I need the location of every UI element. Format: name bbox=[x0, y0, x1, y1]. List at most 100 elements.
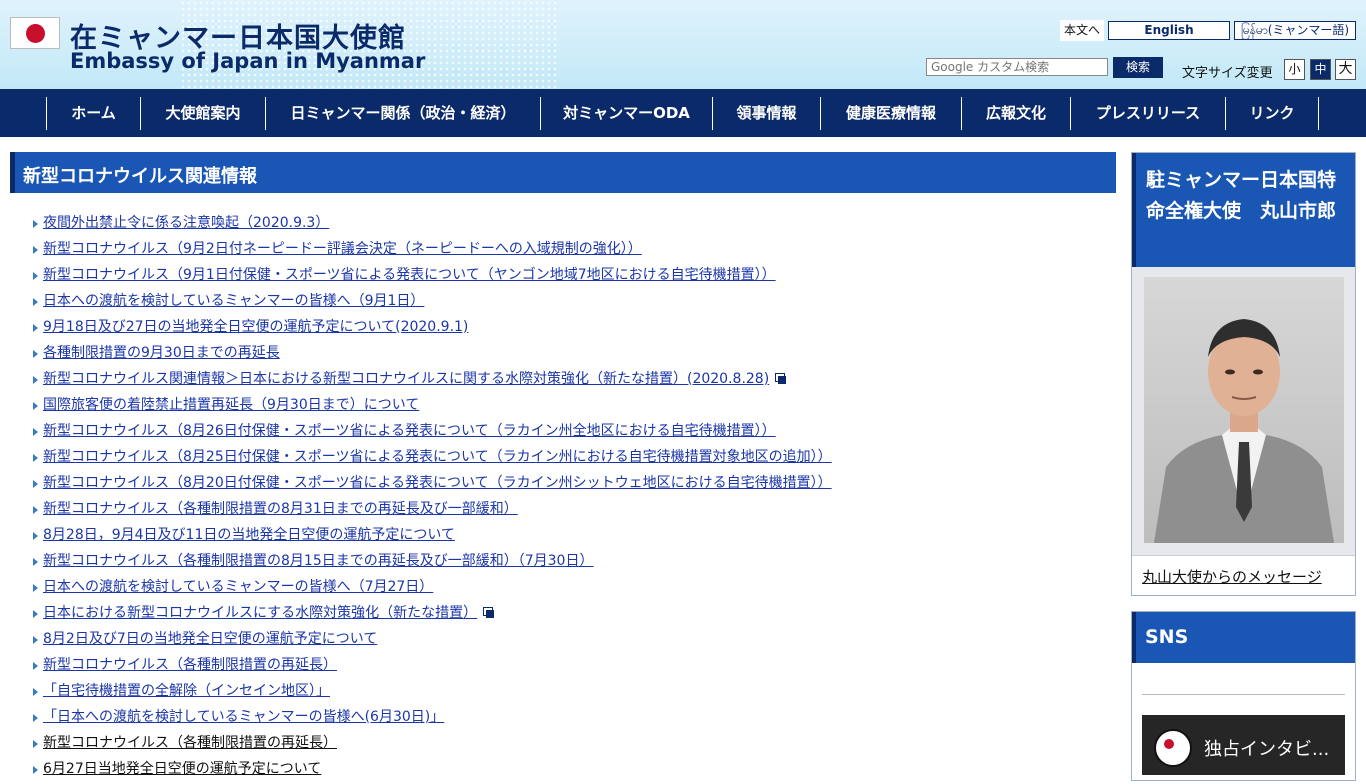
list-item: 新型コロナウイルス（9月1日付保健・スポーツ省による発表について（ヤンゴン地域7… bbox=[32, 264, 1112, 290]
global-navigation: ホーム 大使館案内 日ミャンマー関係（政治・経済） 対ミャンマーODA 領事情報… bbox=[0, 89, 1366, 137]
list-item: 「日本への渡航を検討しているミャンマーの皆様へ(6月30日)」 bbox=[32, 706, 1112, 732]
news-link[interactable]: 国際旅客便の着陸禁止措置再延長（9月30日まで）について bbox=[43, 397, 419, 413]
news-link[interactable]: 日本への渡航を検討しているミャンマーの皆様へ（7月27日） bbox=[43, 579, 433, 595]
news-link[interactable]: 日本における新型コロナウイルスにする水際対策強化（新たな措置） bbox=[43, 605, 477, 621]
list-item: 日本への渡航を検討しているミャンマーの皆様へ（9月1日） bbox=[32, 290, 1112, 316]
japan-flag-icon[interactable] bbox=[10, 17, 60, 49]
list-item: 8月2日及び7日の当地発全日空便の運航予定について bbox=[32, 628, 1112, 654]
list-item: 「自宅待機措置の全解除（インセイン地区）」 bbox=[32, 680, 1112, 706]
nav-item-culture[interactable]: 広報文化 bbox=[961, 97, 1070, 130]
bullet-arrow-icon bbox=[33, 610, 38, 618]
nav-item-embassy-info[interactable]: 大使館案内 bbox=[140, 97, 265, 130]
news-link[interactable]: 新型コロナウイルス（9月1日付保健・スポーツ省による発表について（ヤンゴン地域7… bbox=[43, 267, 776, 283]
list-item: 夜間外出禁止令に係る注意喚起（2020.9.3） bbox=[32, 212, 1112, 238]
news-link[interactable]: 新型コロナウイルス（各種制限措置の再延長） bbox=[43, 657, 337, 673]
bullet-arrow-icon bbox=[33, 428, 38, 436]
font-size-medium-button[interactable]: 中 bbox=[1310, 59, 1331, 80]
bullet-arrow-icon bbox=[33, 298, 38, 306]
news-link[interactable]: 9月18日及び27日の当地発全日空便の運航予定について(2020.9.1) bbox=[43, 319, 468, 335]
search-button[interactable]: 検索 bbox=[1113, 57, 1163, 78]
bullet-arrow-icon bbox=[33, 688, 38, 696]
external-link-icon bbox=[483, 607, 495, 618]
bullet-arrow-icon bbox=[33, 454, 38, 462]
ambassador-message-link[interactable]: 丸山大使からのメッセージ bbox=[1142, 566, 1322, 587]
news-link[interactable]: 6月27日当地発全日空便の運航予定について bbox=[43, 761, 321, 777]
news-link[interactable]: 新型コロナウイルス（各種制限措置の8月31日までの再延長及び一部緩和） bbox=[43, 501, 518, 517]
news-link[interactable]: 新型コロナウイルス（8月20日付保健・スポーツ省による発表について（ラカイン州シ… bbox=[43, 475, 832, 491]
site-title-english[interactable]: Embassy of Japan in Myanmar bbox=[70, 49, 425, 73]
ambassador-heading-bar: 駐ミャンマー日本国特命全権大使 丸山市郎 bbox=[1132, 153, 1355, 267]
bullet-arrow-icon bbox=[33, 324, 38, 332]
list-item: 新型コロナウイルス（各種制限措置の8月15日までの再延長及び一部緩和）（7月30… bbox=[32, 550, 1112, 576]
sns-heading-bar: SNS bbox=[1132, 612, 1355, 663]
language-myanmar-button[interactable]: မြန်မာ(ミャンマー語) bbox=[1234, 21, 1356, 40]
nav-item-relations[interactable]: 日ミャンマー関係（政治・経済） bbox=[265, 97, 540, 130]
nav-item-consular[interactable]: 領事情報 bbox=[712, 97, 820, 130]
site-header: 在ミャンマー日本国大使館 Embassy of Japan in Myanmar… bbox=[0, 0, 1366, 89]
ambassador-panel: 駐ミャンマー日本国特命全権大使 丸山市郎 丸山大使からのメッセージ bbox=[1131, 152, 1356, 596]
bullet-arrow-icon bbox=[33, 558, 38, 566]
news-link[interactable]: 8月2日及び7日の当地発全日空便の運航予定について bbox=[43, 631, 377, 647]
list-item: 新型コロナウイルス（8月20日付保健・スポーツ省による発表について（ラカイン州シ… bbox=[32, 472, 1112, 498]
nav-item-press-release[interactable]: プレスリリース bbox=[1070, 97, 1225, 130]
divider bbox=[1132, 555, 1355, 556]
bullet-arrow-icon bbox=[33, 220, 38, 228]
nav-item-oda[interactable]: 対ミャンマーODA bbox=[540, 97, 712, 130]
news-link[interactable]: 8月28日，9月4日及び11日の当地発全日空便の運航予定について bbox=[43, 527, 455, 543]
bullet-arrow-icon bbox=[33, 480, 38, 488]
news-link[interactable]: 「日本への渡航を検討しているミャンマーの皆様へ(6月30日)」 bbox=[43, 709, 444, 725]
news-link[interactable]: 「自宅待機措置の全解除（インセイン地区）」 bbox=[43, 683, 330, 699]
list-item: 新型コロナウイルス（8月26日付保健・スポーツ省による発表について（ラカイン州全… bbox=[32, 420, 1112, 446]
list-item: 6月27日当地発全日空便の運航予定について bbox=[32, 758, 1112, 784]
font-size-small-button[interactable]: 小 bbox=[1284, 59, 1305, 80]
bullet-arrow-icon bbox=[33, 402, 38, 410]
news-link[interactable]: 各種制限措置の9月30日までの再延長 bbox=[43, 345, 280, 361]
skip-to-content-link[interactable]: 本文へ bbox=[1060, 20, 1104, 41]
ambassador-photo[interactable] bbox=[1144, 277, 1344, 543]
list-item: 新型コロナウイルス関連情報＞日本における新型コロナウイルスに関する水際対策強化（… bbox=[32, 368, 1112, 394]
list-item: 新型コロナウイルス（各種制限措置の再延長） bbox=[32, 654, 1112, 680]
bullet-arrow-icon bbox=[33, 350, 38, 358]
bullet-arrow-icon bbox=[33, 272, 38, 280]
embassy-logo-icon bbox=[1154, 729, 1192, 767]
bullet-arrow-icon bbox=[33, 636, 38, 644]
language-english-button[interactable]: English bbox=[1108, 21, 1230, 40]
font-size-label: 文字サイズ変更 bbox=[1182, 66, 1273, 81]
bullet-arrow-icon bbox=[33, 714, 38, 722]
bullet-arrow-icon bbox=[33, 246, 38, 254]
main-heading-bar: 新型コロナウイルス関連情報 bbox=[10, 152, 1116, 193]
font-size-large-button[interactable]: 大 bbox=[1335, 59, 1356, 80]
sns-panel: SNS 独占インタビ... bbox=[1131, 611, 1356, 781]
nav-item-home[interactable]: ホーム bbox=[46, 97, 140, 130]
search-input[interactable] bbox=[926, 58, 1108, 76]
news-list: 夜間外出禁止令に係る注意喚起（2020.9.3） 新型コロナウイルス（9月2日付… bbox=[32, 212, 1112, 784]
ambassador-title: 駐ミャンマー日本国特命全権大使 丸山市郎 bbox=[1146, 169, 1337, 222]
news-link[interactable]: 新型コロナウイルス（各種制限措置の再延長） bbox=[43, 735, 337, 751]
news-link[interactable]: 新型コロナウイルス（9月2日付ネーピードー評議会決定（ネーピードーへの入域規制の… bbox=[43, 241, 642, 257]
list-item: 新型コロナウイルス（8月25日付保健・スポーツ省による発表について（ラカイン州に… bbox=[32, 446, 1112, 472]
bullet-arrow-icon bbox=[33, 532, 38, 540]
nav-item-health[interactable]: 健康医療情報 bbox=[820, 97, 961, 130]
nav-item-links[interactable]: リンク bbox=[1225, 97, 1319, 130]
sns-title: SNS bbox=[1145, 626, 1189, 648]
bullet-arrow-icon bbox=[33, 584, 38, 592]
bullet-arrow-icon bbox=[33, 506, 38, 514]
news-link[interactable]: 新型コロナウイルス関連情報＞日本における新型コロナウイルスに関する水際対策強化（… bbox=[43, 371, 769, 387]
video-thumbnail[interactable]: 独占インタビ... bbox=[1142, 715, 1345, 775]
ambassador-photo-frame bbox=[1132, 267, 1355, 555]
news-link[interactable]: 新型コロナウイルス（8月25日付保健・スポーツ省による発表について（ラカイン州に… bbox=[43, 449, 832, 465]
list-item: 日本における新型コロナウイルスにする水際対策強化（新たな措置） bbox=[32, 602, 1112, 628]
page-title: 新型コロナウイルス関連情報 bbox=[23, 166, 257, 187]
news-link[interactable]: 新型コロナウイルス（8月26日付保健・スポーツ省による発表について（ラカイン州全… bbox=[43, 423, 776, 439]
list-item: 新型コロナウイルス（各種制限措置の8月31日までの再延長及び一部緩和） bbox=[32, 498, 1112, 524]
bullet-arrow-icon bbox=[33, 740, 38, 748]
list-item: 新型コロナウイルス（9月2日付ネーピードー評議会決定（ネーピードーへの入域規制の… bbox=[32, 238, 1112, 264]
bullet-arrow-icon bbox=[33, 376, 38, 384]
news-link[interactable]: 日本への渡航を検討しているミャンマーの皆様へ（9月1日） bbox=[43, 293, 424, 309]
news-link[interactable]: 新型コロナウイルス（各種制限措置の8月15日までの再延長及び一部緩和）（7月30… bbox=[43, 553, 593, 569]
list-item: 各種制限措置の9月30日までの再延長 bbox=[32, 342, 1112, 368]
external-link-icon bbox=[775, 373, 787, 384]
news-link[interactable]: 夜間外出禁止令に係る注意喚起（2020.9.3） bbox=[43, 215, 329, 231]
bullet-arrow-icon bbox=[33, 662, 38, 670]
list-item: 新型コロナウイルス（各種制限措置の再延長） bbox=[32, 732, 1112, 758]
